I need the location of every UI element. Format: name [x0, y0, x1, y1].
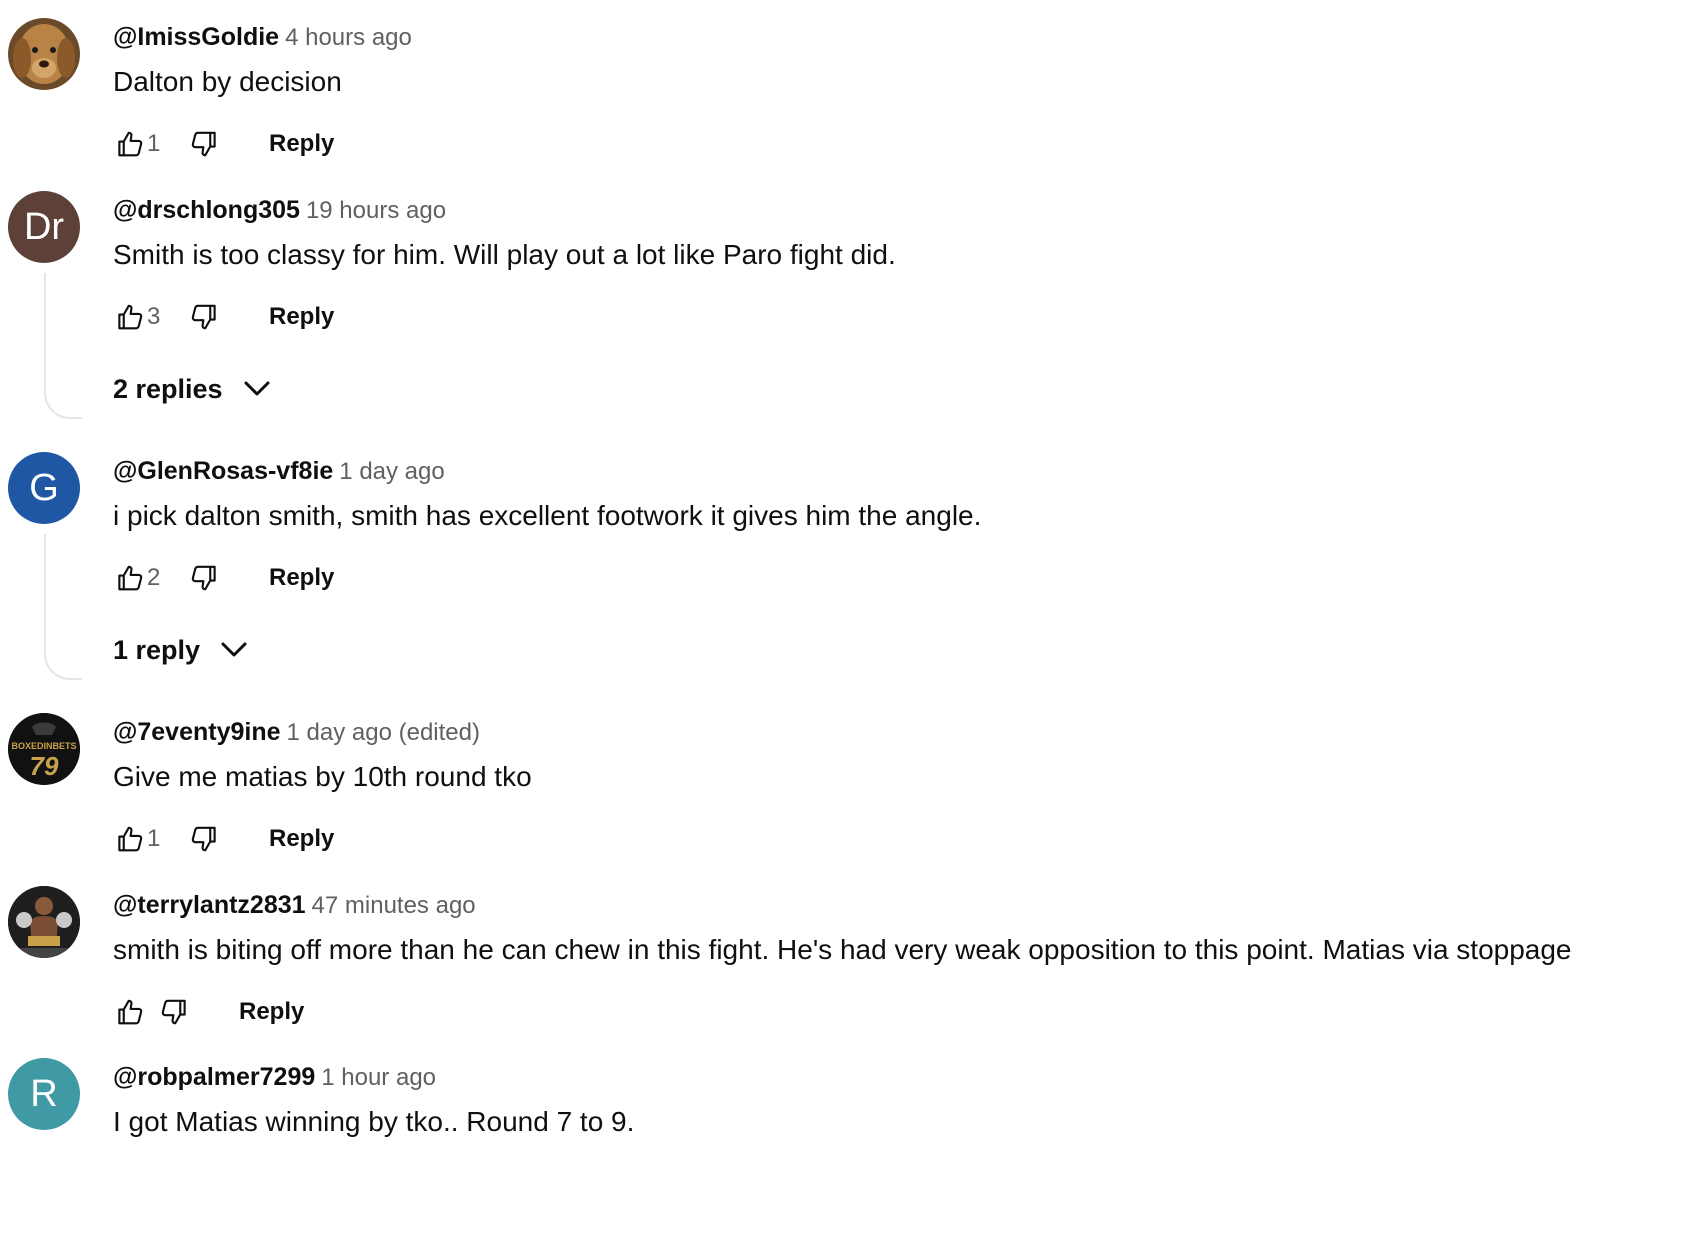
reply-button[interactable]: Reply: [269, 122, 334, 166]
like-button[interactable]: [113, 122, 147, 166]
like-button[interactable]: [113, 990, 147, 1034]
comment-actions: 3 Reply: [113, 295, 633, 339]
avatar[interactable]: Dr: [8, 191, 80, 263]
comment-actions: 1 Reply: [113, 817, 633, 861]
boxing-logo-icon: BOXEDINBETS 79: [8, 713, 80, 785]
thumbs-down-icon: [191, 565, 216, 591]
thumbs-up-icon: [118, 826, 143, 852]
avatar-initials: R: [30, 1072, 58, 1115]
avatar-initials: Dr: [23, 205, 65, 248]
replies-label: 2 replies: [113, 374, 223, 404]
avatar[interactable]: R: [8, 1058, 80, 1130]
thumbs-down-icon: [191, 304, 216, 330]
comment-actions: Reply: [113, 990, 633, 1034]
dislike-button[interactable]: [187, 295, 221, 339]
comment-header: @7eventy9ine 1 day ago (edited): [113, 715, 480, 753]
comment-text: smith is biting off more than he can che…: [113, 934, 1572, 965]
comment-header: @terrylantz2831 47 minutes ago: [113, 888, 476, 926]
author-name[interactable]: @drschlong305: [113, 196, 300, 224]
reply-button[interactable]: Reply: [269, 817, 334, 861]
timestamp[interactable]: 47 minutes ago: [312, 892, 476, 919]
replies-toggle[interactable]: 1 reply: [113, 630, 248, 670]
timestamp[interactable]: 1 day ago: [339, 458, 444, 485]
author-name[interactable]: @terrylantz2831: [113, 891, 306, 919]
reply-button[interactable]: Reply: [269, 295, 334, 339]
like-count: 2: [147, 564, 161, 591]
avatar[interactable]: [8, 18, 80, 90]
boxer-photo-icon: [8, 886, 80, 958]
avatar[interactable]: BOXEDINBETS 79: [8, 713, 80, 785]
dislike-button[interactable]: [187, 556, 221, 600]
thread-connector: [44, 534, 82, 680]
replies-label: 1 reply: [113, 635, 201, 665]
thumbs-down-icon: [161, 999, 186, 1025]
golden-retriever-photo-icon: [8, 18, 80, 90]
logo-number: 79: [30, 751, 59, 781]
like-count: 3: [147, 303, 161, 330]
comment-text: Dalton by decision: [113, 66, 342, 97]
author-name[interactable]: @robpalmer7299: [113, 1063, 315, 1091]
chevron-down-icon: [244, 381, 270, 396]
timestamp[interactable]: 1 day ago (edited): [287, 719, 480, 746]
dislike-button[interactable]: [157, 990, 191, 1034]
comment-header: @drschlong305 19 hours ago: [113, 193, 446, 231]
timestamp[interactable]: 19 hours ago: [306, 197, 446, 224]
comment-text: i pick dalton smith, smith has excellent…: [113, 500, 982, 531]
thumbs-up-icon: [118, 304, 143, 330]
replies-toggle[interactable]: 2 replies: [113, 369, 271, 409]
avatar-initials: G: [29, 466, 59, 509]
reply-button[interactable]: Reply: [269, 556, 334, 600]
thread-connector: [44, 273, 82, 419]
thumbs-up-icon: [118, 999, 143, 1025]
logo-text: BOXEDINBETS: [11, 741, 76, 751]
thumbs-up-icon: [118, 131, 143, 157]
avatar[interactable]: G: [8, 452, 80, 524]
like-count: 1: [147, 130, 161, 157]
thumbs-down-icon: [191, 826, 216, 852]
comment-header: @ImissGoldie 4 hours ago: [113, 20, 412, 58]
comment-text: Give me matias by 10th round tko: [113, 761, 532, 792]
like-button[interactable]: [113, 295, 147, 339]
dislike-button[interactable]: [187, 122, 221, 166]
like-count: 1: [147, 825, 161, 852]
comment-actions: 2 Reply: [113, 556, 633, 600]
author-name[interactable]: @ImissGoldie: [113, 23, 279, 51]
comment-text: I got Matias winning by tko.. Round 7 to…: [113, 1106, 635, 1137]
author-name[interactable]: @7eventy9ine: [113, 718, 281, 746]
dislike-button[interactable]: [187, 817, 221, 861]
chevron-down-icon: [221, 642, 247, 657]
like-button[interactable]: [113, 556, 147, 600]
comment-header: @robpalmer7299 1 hour ago: [113, 1060, 436, 1098]
timestamp[interactable]: 4 hours ago: [285, 24, 412, 51]
reply-button[interactable]: Reply: [239, 990, 304, 1034]
avatar[interactable]: [8, 886, 80, 958]
author-name[interactable]: @GlenRosas-vf8ie: [113, 457, 333, 485]
comment-text: Smith is too classy for him. Will play o…: [113, 239, 896, 270]
like-button[interactable]: [113, 817, 147, 861]
timestamp[interactable]: 1 hour ago: [321, 1064, 436, 1091]
thumbs-down-icon: [191, 131, 216, 157]
comment-header: @GlenRosas-vf8ie 1 day ago: [113, 454, 445, 492]
thumbs-up-icon: [118, 565, 143, 591]
comment-actions: 1 Reply: [113, 122, 633, 166]
